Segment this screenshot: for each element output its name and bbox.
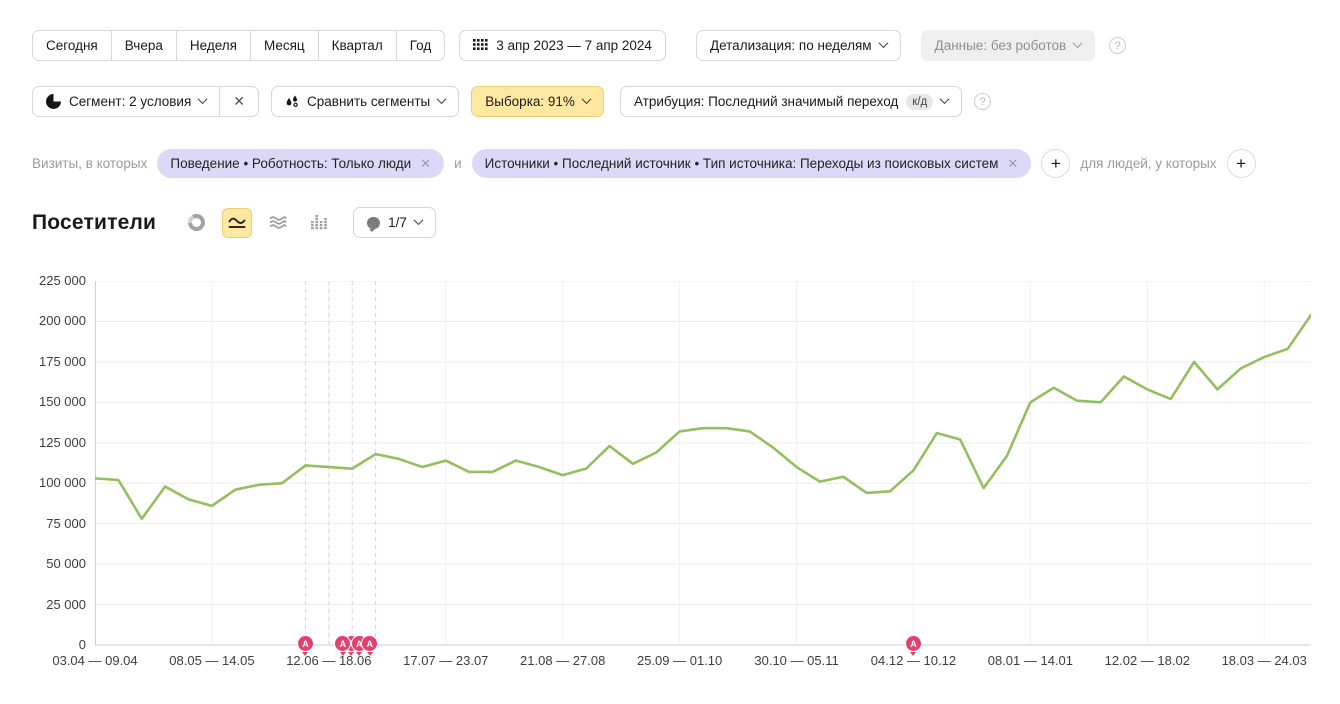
x-tick-label: 12.02 — 18.02 [1105,653,1190,668]
date-range-label: 3 апр 2023 — 7 апр 2024 [496,38,652,53]
toolbar-row-1: Сегодня Вчера Неделя Месяц Квартал Год 3… [32,30,1126,61]
pie-chart-icon [46,94,61,109]
filter-chip-robots[interactable]: Поведение • Роботность: Только люди ✕ [157,149,444,178]
calendar-grid-icon [473,39,488,52]
period-today-label: Сегодня [46,38,98,53]
chevron-down-icon [437,94,447,104]
y-tick-label: 175 000 [26,354,86,369]
comment-bubble-icon [367,217,380,229]
detail-label: Детализация: по неделям [710,38,872,53]
drops-icon [285,95,299,109]
toolbar-row-2: Сегмент: 2 условия ✕ Сравнить сегменты В… [32,86,991,117]
period-month-label: Месяц [264,38,305,53]
period-today-button[interactable]: Сегодня [32,30,112,61]
segment-dropdown[interactable]: Сегмент: 2 условия [32,86,220,117]
filter-prefix-label: Визиты, в которых [32,156,147,171]
period-yesterday-button[interactable]: Вчера [111,30,177,61]
chevron-down-icon [1073,38,1083,48]
chevron-down-icon [581,94,591,104]
x-tick-label: 04.12 — 10.12 [871,653,956,668]
x-axis-labels: 03.04 — 09.0408.05 — 14.0512.06 — 18.061… [95,653,1311,673]
add-user-condition-button[interactable]: + [1227,149,1256,178]
attribution-badge: к/д [906,94,933,110]
filter-chip-source[interactable]: Источники • Последний источник • Тип ист… [472,149,1032,178]
chevron-down-icon [413,215,423,225]
chart-header: Посетители 1/7 [32,207,436,238]
annotation-marker[interactable]: А [905,635,922,652]
chart-type-donut-button[interactable] [181,208,211,238]
y-tick-label: 25 000 [26,597,86,612]
filter-suffix-label: для людей, у которых [1080,156,1216,171]
plot-area: АААААА [95,281,1311,646]
compare-segments-label: Сравнить сегменты [307,94,430,109]
chevron-down-icon [940,94,950,104]
compare-segments-dropdown[interactable]: Сравнить сегменты [271,86,459,117]
sampling-label: Выборка: 91% [485,94,575,109]
chart-type-line-button[interactable] [222,208,252,238]
chart-type-area-button[interactable] [263,208,293,238]
add-visit-condition-button[interactable]: + [1041,149,1070,178]
y-tick-label: 0 [26,637,86,652]
attribution-dropdown[interactable]: Атрибуция: Последний значимый переход к/… [620,86,962,117]
x-tick-label: 12.06 — 18.06 [286,653,371,668]
period-month-button[interactable]: Месяц [250,30,319,61]
period-switcher: Сегодня Вчера Неделя Месяц Квартал Год [32,30,445,61]
period-yesterday-label: Вчера [125,38,163,53]
y-tick-label: 225 000 [26,273,86,288]
period-quarter-button[interactable]: Квартал [318,30,397,61]
chart-type-bars-button[interactable] [304,208,334,238]
filter-chip-source-label: Источники • Последний источник • Тип ист… [485,156,999,171]
data-mode-label: Данные: без роботов [935,38,1067,53]
help-icon[interactable]: ? [974,93,991,110]
period-year-label: Год [410,38,432,53]
date-range-button[interactable]: 3 апр 2023 — 7 апр 2024 [459,30,666,61]
data-mode-dropdown[interactable]: Данные: без роботов [921,30,1096,61]
segment-clear-button[interactable]: ✕ [219,86,259,117]
detail-dropdown[interactable]: Детализация: по неделям [696,30,901,61]
segment-group: Сегмент: 2 условия ✕ [32,86,259,117]
close-icon: ✕ [233,93,245,110]
segment-label: Сегмент: 2 условия [69,94,191,109]
x-tick-label: 18.03 — 24.03 [1222,653,1307,668]
period-year-button[interactable]: Год [396,30,446,61]
help-icon[interactable]: ? [1109,37,1126,54]
close-icon[interactable]: ✕ [1007,156,1018,172]
line-chart-icon [228,215,246,230]
y-tick-label: 125 000 [26,435,86,450]
filter-conjunction-label: и [454,156,462,171]
filter-chip-robots-label: Поведение • Роботность: Только люди [170,156,411,171]
filter-row: Визиты, в которых Поведение • Роботность… [32,149,1256,178]
x-tick-label: 21.08 — 27.08 [520,653,605,668]
y-tick-label: 200 000 [26,313,86,328]
x-tick-label: 08.01 — 14.01 [988,653,1073,668]
sampling-dropdown[interactable]: Выборка: 91% [471,86,604,117]
annotations-dropdown[interactable]: 1/7 [353,207,436,238]
bar-chart-icon [311,215,327,230]
y-tick-label: 150 000 [26,394,86,409]
y-tick-label: 75 000 [26,516,86,531]
y-tick-label: 50 000 [26,556,86,571]
period-week-button[interactable]: Неделя [176,30,251,61]
chevron-down-icon [878,38,888,48]
x-tick-label: 17.07 — 23.07 [403,653,488,668]
y-axis-labels: 0 25 000 50 000 75 000 100 000 125 000 150 000… [26,273,86,653]
annotations-counter: 1/7 [388,215,407,230]
y-tick-label: 100 000 [26,475,86,490]
stacked-area-icon [269,215,287,230]
chart-title: Посетители [32,211,156,235]
x-tick-label: 25.09 — 01.10 [637,653,722,668]
x-tick-label: 08.05 — 14.05 [169,653,254,668]
x-tick-label: 03.04 — 09.04 [52,653,137,668]
annotation-marker[interactable]: А [361,635,378,652]
close-icon[interactable]: ✕ [420,156,431,172]
period-week-label: Неделя [190,38,237,53]
annotation-marker[interactable]: А [297,635,314,652]
x-tick-label: 30.10 — 05.11 [754,653,838,668]
attribution-label: Атрибуция: Последний значимый переход [634,94,898,109]
period-quarter-label: Квартал [332,38,383,53]
chevron-down-icon [198,94,208,104]
donut-chart-icon [188,214,205,231]
